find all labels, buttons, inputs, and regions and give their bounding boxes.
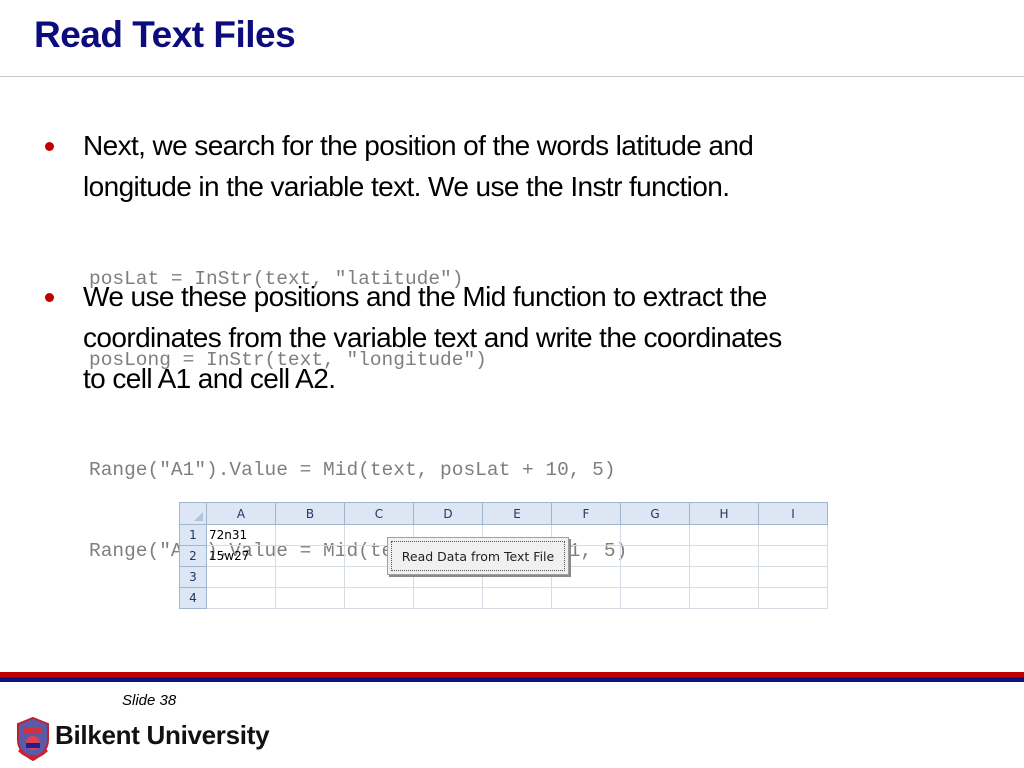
cell-f4[interactable]	[551, 587, 621, 609]
row-header[interactable]: 2	[179, 545, 207, 567]
cell-g2[interactable]	[620, 545, 690, 567]
column-header-g[interactable]: G	[620, 502, 690, 525]
cell-i4[interactable]	[758, 587, 828, 609]
cell-h3[interactable]	[689, 566, 759, 588]
cell-g4[interactable]	[620, 587, 690, 609]
select-all-corner[interactable]	[179, 502, 207, 525]
university-crest-icon	[17, 716, 49, 762]
cell-i1[interactable]	[758, 524, 828, 546]
bullet-1: Next, we search for the position of the …	[45, 125, 963, 207]
read-data-button-label: Read Data from Text File	[401, 548, 555, 564]
cell-g1[interactable]	[620, 524, 690, 546]
cell-a4[interactable]	[206, 587, 276, 609]
cell-h4[interactable]	[689, 587, 759, 609]
cell-i3[interactable]	[758, 566, 828, 588]
column-header-b[interactable]: B	[275, 502, 345, 525]
column-header-row: A B C D E F G H I	[179, 502, 828, 525]
bullet-2-line-3: to cell A1 and cell A2.	[83, 363, 336, 394]
column-header-f[interactable]: F	[551, 502, 621, 525]
cell-c4[interactable]	[344, 587, 414, 609]
bullet-dot-icon	[45, 142, 54, 151]
cell-g3[interactable]	[620, 566, 690, 588]
cell-h1[interactable]	[689, 524, 759, 546]
cell-i2[interactable]	[758, 545, 828, 567]
bullet-dot-icon	[45, 293, 54, 302]
column-header-d[interactable]: D	[413, 502, 483, 525]
row-header[interactable]: 3	[179, 566, 207, 588]
code-line: Range("A1").Value = Mid(text, posLat + 1…	[89, 459, 616, 481]
university-name: Bilkent University	[55, 720, 270, 750]
row-header[interactable]: 1	[179, 524, 207, 546]
cell-a1[interactable]: 72n31	[206, 524, 276, 546]
bullet-2-line-1: We use these positions and the Mid funct…	[83, 281, 767, 312]
bullet-2-line-2: coordinates from the variable text and w…	[83, 322, 782, 353]
slide-number: Slide 38	[122, 692, 177, 709]
cell-h2[interactable]	[689, 545, 759, 567]
bullet-1-line-2: longitude in the variable text. We use t…	[83, 171, 730, 202]
cell-b3[interactable]	[275, 566, 345, 588]
column-header-a[interactable]: A	[206, 502, 276, 525]
title-divider	[0, 76, 1024, 77]
slide-title: Read Text Files	[34, 14, 296, 55]
cell-d4[interactable]	[413, 587, 483, 609]
cell-b1[interactable]	[275, 524, 345, 546]
row-header[interactable]: 4	[179, 587, 207, 609]
bullet-2: We use these positions and the Mid funct…	[45, 276, 963, 399]
footer-band-blue	[0, 677, 1024, 682]
cell-b2[interactable]	[275, 545, 345, 567]
column-header-c[interactable]: C	[344, 502, 414, 525]
cell-e4[interactable]	[482, 587, 552, 609]
column-header-e[interactable]: E	[482, 502, 552, 525]
cell-b4[interactable]	[275, 587, 345, 609]
read-data-button[interactable]: Read Data from Text File	[387, 537, 569, 575]
column-header-i[interactable]: I	[758, 502, 828, 525]
cell-a2[interactable]: 15w27	[206, 545, 276, 567]
cell-a3[interactable]	[206, 566, 276, 588]
bullet-1-line-1: Next, we search for the position of the …	[83, 130, 754, 161]
column-header-h[interactable]: H	[689, 502, 759, 525]
table-row: 4	[179, 587, 828, 609]
